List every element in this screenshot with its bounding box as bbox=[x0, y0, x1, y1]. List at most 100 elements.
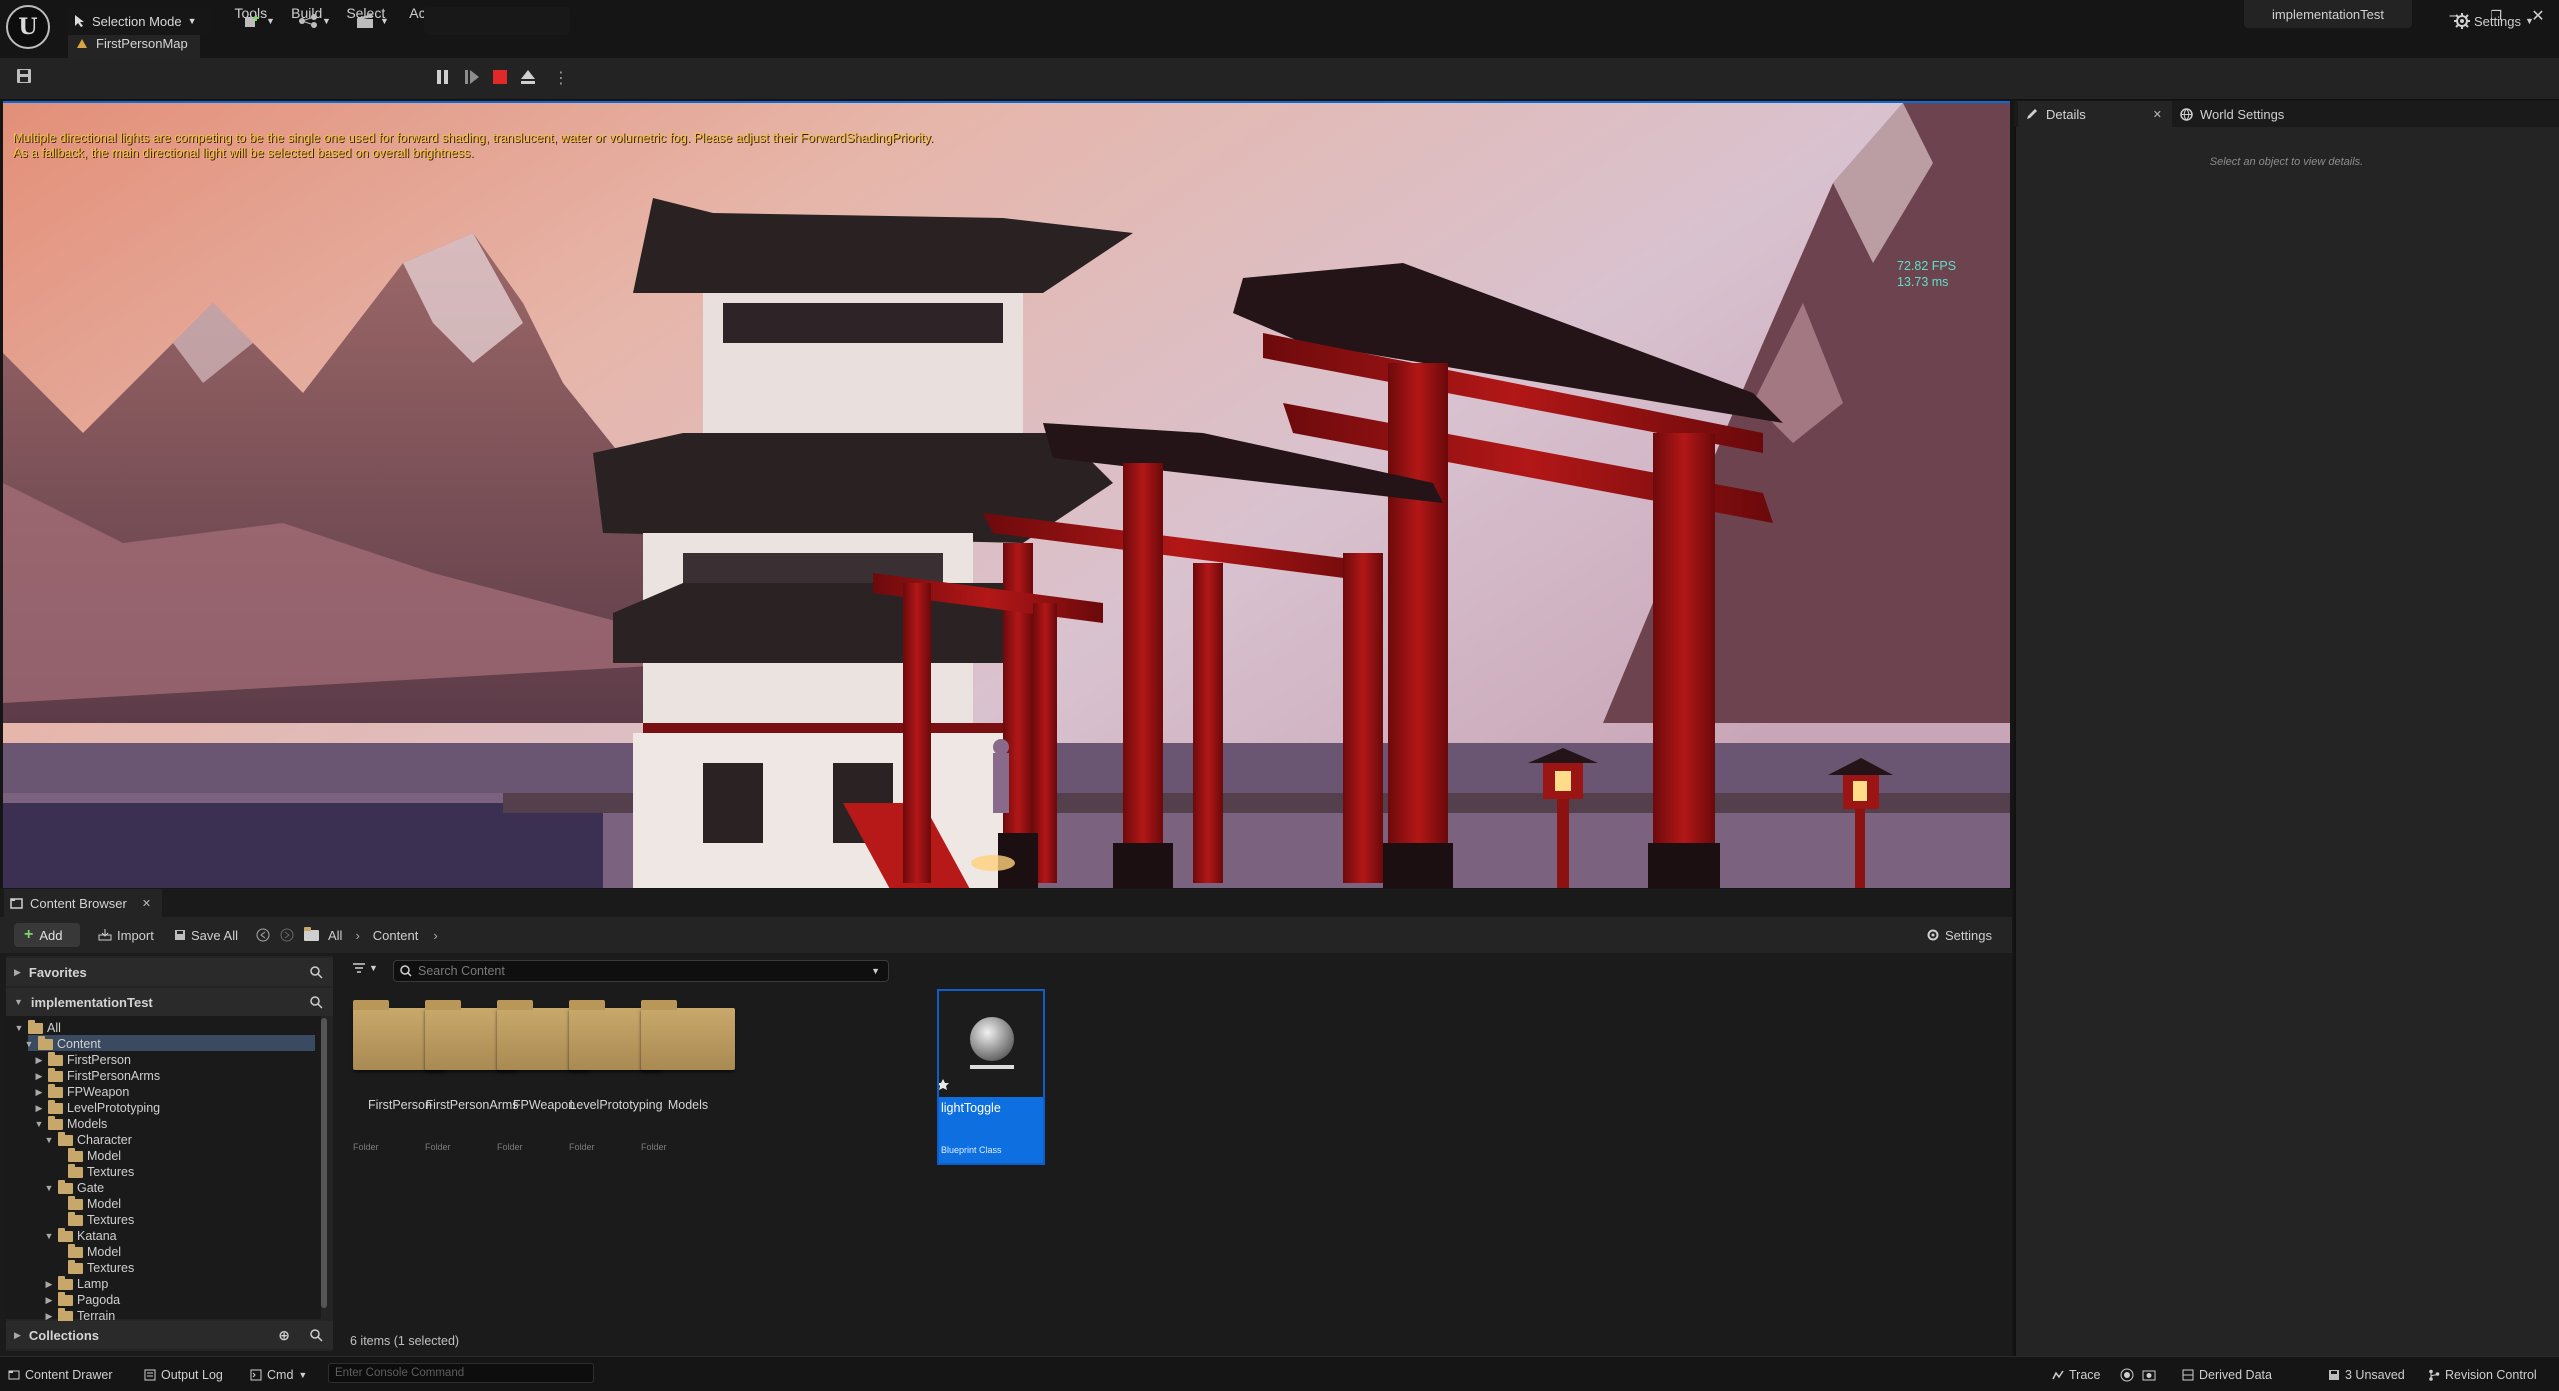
chevron-right-icon[interactable]: › bbox=[433, 928, 437, 943]
output-log-button[interactable]: Output Log bbox=[144, 1366, 223, 1384]
folder-tree-item[interactable]: ▶ FPWeapon bbox=[34, 1083, 129, 1100]
chevron-right-icon[interactable]: ▶ bbox=[34, 1087, 44, 1098]
folder-icon bbox=[68, 1147, 83, 1162]
breadcrumb-content[interactable]: Content bbox=[373, 928, 419, 943]
search-icon[interactable] bbox=[310, 995, 323, 1009]
add-actor-button[interactable]: ▼ bbox=[244, 7, 275, 35]
folder-tree-item[interactable]: Model bbox=[54, 1147, 121, 1164]
project-label: implementationTest bbox=[30, 994, 153, 1010]
cinematics-button[interactable]: ▼ bbox=[356, 7, 389, 35]
folder-tree-item[interactable]: Textures bbox=[54, 1211, 134, 1228]
filter-button[interactable]: ▼ bbox=[352, 962, 378, 974]
folder-tree-item[interactable]: ▶ Pagoda bbox=[44, 1291, 121, 1308]
folder-tree-label: Content bbox=[57, 1037, 101, 1051]
folder-tree-item[interactable]: ▶ FirstPersonArms bbox=[34, 1067, 160, 1084]
project-header[interactable]: ▼ implementationTest bbox=[6, 988, 333, 1016]
add-collection-icon[interactable]: ⊕ bbox=[278, 1327, 290, 1344]
folder-icon bbox=[48, 1115, 63, 1130]
folder-icon bbox=[58, 1179, 73, 1194]
selection-mode-dropdown[interactable]: Selection Mode ▼ bbox=[66, 7, 211, 35]
filter-icon bbox=[353, 963, 365, 973]
revision-control-button[interactable]: Revision Control bbox=[2428, 1366, 2537, 1384]
content-browser-settings-button[interactable]: Settings bbox=[1926, 923, 1992, 947]
cmd-dropdown[interactable]: Cmd ▼ bbox=[250, 1366, 307, 1384]
record-icon[interactable] bbox=[2120, 1366, 2134, 1384]
chevron-down-icon[interactable]: ▼ bbox=[14, 1023, 24, 1033]
close-tab-icon[interactable]: ✕ bbox=[142, 897, 151, 910]
chevron-down-icon[interactable]: ▼ bbox=[34, 1119, 44, 1129]
chevron-right-icon[interactable]: ▶ bbox=[34, 1103, 44, 1114]
pause-icon[interactable] bbox=[436, 69, 450, 85]
gear-icon bbox=[2454, 13, 2470, 29]
path-folder-icon[interactable] bbox=[304, 923, 319, 947]
unsaved-button[interactable]: 3 Unsaved bbox=[2328, 1366, 2405, 1384]
globe-icon bbox=[2180, 107, 2193, 121]
breadcrumb-all[interactable]: All bbox=[328, 928, 342, 943]
save-icon[interactable] bbox=[16, 68, 32, 84]
folder-icon bbox=[38, 1035, 53, 1050]
frame-skip-icon[interactable] bbox=[464, 69, 480, 85]
folder-tree-item[interactable]: ▶ LevelPrototyping bbox=[34, 1099, 160, 1116]
folder-tree-item[interactable]: ▼ Katana bbox=[44, 1227, 117, 1244]
chevron-down-icon[interactable]: ▼ bbox=[24, 1039, 34, 1049]
folder-tree-item[interactable]: Model bbox=[54, 1243, 121, 1260]
chevron-right-icon[interactable]: ▶ bbox=[44, 1295, 54, 1306]
folder-tree-item[interactable]: ▶ FirstPerson bbox=[34, 1051, 131, 1068]
chevron-right-icon[interactable]: ▶ bbox=[34, 1055, 44, 1066]
screenshot-icon[interactable] bbox=[2142, 1366, 2156, 1384]
folder-tree-item[interactable]: Textures bbox=[54, 1163, 134, 1180]
folder-tree-item[interactable]: ▼ Models bbox=[34, 1115, 107, 1132]
chevron-down-icon[interactable]: ▼ bbox=[44, 1135, 54, 1145]
chevron-right-icon[interactable]: ▶ bbox=[34, 1071, 44, 1082]
collections-header[interactable]: ▶ Collections ⊕ bbox=[6, 1321, 333, 1349]
search-icon[interactable] bbox=[310, 965, 323, 979]
chevron-right-icon[interactable]: ▶ bbox=[44, 1279, 54, 1290]
console-command-input[interactable]: Enter Console Command bbox=[328, 1363, 594, 1383]
import-button[interactable]: Import bbox=[98, 923, 154, 947]
settings-button[interactable]: Settings ▼ bbox=[2454, 7, 2534, 35]
cmd-label: Cmd bbox=[267, 1368, 294, 1382]
asset-tile-light-toggle[interactable]: lightToggle Blueprint Class bbox=[937, 989, 1045, 1165]
folder-tree-item[interactable]: Model bbox=[54, 1195, 121, 1212]
tab-content-browser[interactable]: Content Browser ✕ bbox=[4, 889, 162, 917]
collections-label: Collections bbox=[28, 1327, 99, 1343]
eject-icon[interactable] bbox=[520, 69, 536, 85]
asset-tile-folder[interactable]: Models Folder bbox=[641, 990, 747, 1166]
derived-data-button[interactable]: Derived Data bbox=[2182, 1366, 2272, 1384]
chevron-right-icon[interactable]: ▶ bbox=[44, 1311, 54, 1322]
blueprint-icon bbox=[299, 14, 317, 28]
tab-details[interactable]: Details ✕ bbox=[2018, 101, 2172, 127]
chevron-down-icon[interactable]: ▼ bbox=[44, 1183, 54, 1193]
level-viewport[interactable] bbox=[3, 101, 2010, 888]
project-name: implementationTest bbox=[2244, 0, 2412, 28]
folder-tree-item[interactable]: ▶ Lamp bbox=[44, 1275, 108, 1292]
unreal-logo-icon[interactable]: U bbox=[6, 5, 50, 49]
folder-tree-label: Pagoda bbox=[77, 1293, 121, 1307]
stop-icon[interactable] bbox=[492, 69, 508, 85]
plus-icon: + bbox=[24, 926, 34, 943]
folder-tree-item[interactable]: ▼ All bbox=[14, 1019, 61, 1036]
add-button[interactable]: + Add bbox=[14, 923, 80, 947]
folder-icon bbox=[68, 1211, 83, 1226]
search-icon[interactable] bbox=[310, 1328, 323, 1342]
save-all-button[interactable]: Save All bbox=[174, 923, 238, 947]
folder-tree-item[interactable]: ▼ Character bbox=[44, 1131, 132, 1148]
blueprint-button[interactable]: ▼ bbox=[298, 7, 331, 35]
tree-scrollbar[interactable] bbox=[321, 1018, 327, 1308]
folder-tree-item[interactable]: ▼ Content bbox=[24, 1035, 101, 1052]
chevron-down-icon[interactable]: ▼ bbox=[44, 1231, 54, 1241]
history-back-button[interactable] bbox=[256, 923, 270, 947]
content-drawer-button[interactable]: Content Drawer bbox=[8, 1366, 113, 1384]
history-forward-button[interactable] bbox=[280, 923, 294, 947]
folder-tree-item[interactable]: Textures bbox=[54, 1259, 134, 1276]
chevron-down-icon: ▼ bbox=[2524, 16, 2534, 26]
chevron-down-icon[interactable]: ▼ bbox=[871, 966, 880, 976]
close-tab-icon[interactable]: ✕ bbox=[2153, 108, 2162, 121]
more-options-icon[interactable]: ⋮ bbox=[553, 68, 569, 88]
folder-tree-item[interactable]: ▼ Gate bbox=[44, 1179, 104, 1196]
trace-button[interactable]: Trace bbox=[2052, 1366, 2101, 1384]
favorites-header[interactable]: ▶ Favorites bbox=[6, 958, 333, 986]
search-input[interactable]: Search Content ▼ bbox=[393, 960, 889, 982]
asset-type: Blueprint Class bbox=[941, 1145, 1002, 1155]
tab-world-settings[interactable]: World Settings bbox=[2180, 101, 2284, 127]
